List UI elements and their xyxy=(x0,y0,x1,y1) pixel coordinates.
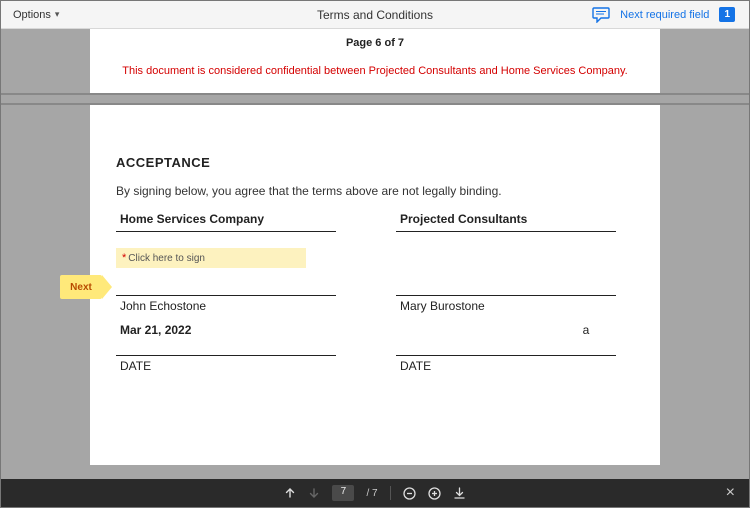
right-date-label: DATE xyxy=(396,356,616,373)
zoom-in-icon[interactable] xyxy=(428,487,441,500)
page-number-label: Page 6 of 7 xyxy=(90,37,660,49)
page-gap xyxy=(1,93,749,105)
bottom-toolbar: 7 / 7 × xyxy=(1,479,749,507)
page-6-bottom: Page 6 of 7 This document is considered … xyxy=(90,29,660,93)
page-up-icon[interactable] xyxy=(284,487,296,499)
header-right-tools: Next required field 1 xyxy=(592,7,749,23)
left-party-header: Home Services Company xyxy=(116,212,336,232)
options-menu[interactable]: Options ▾ xyxy=(1,9,71,21)
next-required-field-link[interactable]: Next required field xyxy=(620,9,709,21)
chevron-down-icon: ▾ xyxy=(55,9,60,20)
page-7: ACCEPTANCE By signing below, you agree t… xyxy=(90,105,660,465)
options-label: Options xyxy=(13,9,51,21)
page-total-label: / 7 xyxy=(366,488,377,499)
signature-table: Home Services Company * Click here to si… xyxy=(116,212,634,373)
right-signer-name: Mary Burostone xyxy=(396,296,616,313)
zoom-out-icon[interactable] xyxy=(403,487,416,500)
close-icon[interactable]: × xyxy=(726,484,735,502)
acceptance-text: By signing below, you agree that the ter… xyxy=(116,184,634,198)
page-number-input[interactable]: 7 xyxy=(332,485,354,501)
app-header: Options ▾ Terms and Conditions Next requ… xyxy=(1,1,749,29)
right-party-header: Projected Consultants xyxy=(396,212,616,232)
comment-icon[interactable] xyxy=(592,7,610,23)
toolbar-separator xyxy=(390,486,391,500)
document-viewport: Page 6 of 7 This document is considered … xyxy=(1,29,749,479)
acceptance-heading: ACCEPTANCE xyxy=(116,155,634,170)
page-title: Terms and Conditions xyxy=(317,8,433,22)
required-count-badge: 1 xyxy=(719,7,735,22)
signature-field[interactable]: * Click here to sign xyxy=(116,248,306,268)
left-date-value[interactable]: Mar 21, 2022 xyxy=(116,323,336,337)
left-signature-line xyxy=(116,274,336,296)
download-icon[interactable] xyxy=(453,487,466,500)
left-signer-name: John Echostone xyxy=(116,296,336,313)
confidential-notice: This document is considered confidential… xyxy=(90,65,660,77)
page-down-icon xyxy=(308,487,320,499)
page-6-footer-area: Page 6 of 7 This document is considered … xyxy=(90,29,660,93)
left-date-label: DATE xyxy=(116,356,336,373)
next-field-flag[interactable]: Next xyxy=(60,275,102,299)
right-signature-line xyxy=(396,274,616,296)
signature-column-left: Home Services Company * Click here to si… xyxy=(116,212,336,373)
right-date-value[interactable]: a xyxy=(396,323,616,337)
required-asterisk-icon: * xyxy=(122,252,126,264)
signature-placeholder: Click here to sign xyxy=(128,253,205,264)
signature-column-right: Projected Consultants Mary Burostone a D… xyxy=(396,212,616,373)
next-flag-label: Next xyxy=(70,282,92,293)
